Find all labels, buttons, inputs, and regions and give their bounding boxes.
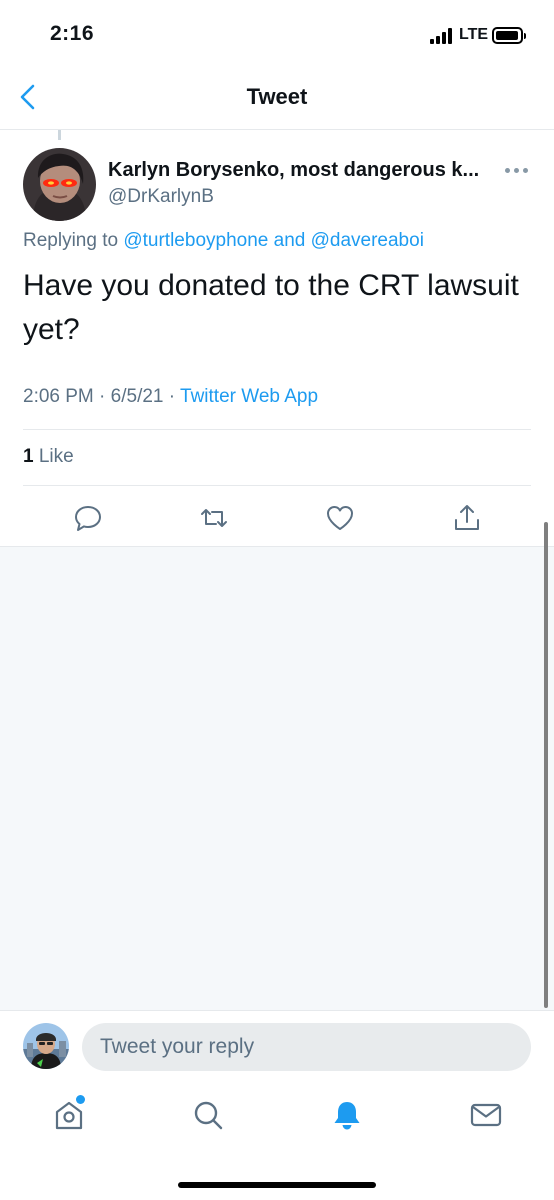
replying-prefix: Replying to xyxy=(23,230,119,251)
status-time: 2:16 xyxy=(50,22,95,45)
avatar-image xyxy=(23,148,96,221)
signal-icon xyxy=(430,28,452,44)
battery-icon xyxy=(492,27,526,44)
reply-input[interactable]: Tweet your reply xyxy=(82,1023,531,1071)
user-avatar-image xyxy=(23,1023,69,1069)
tab-notifications[interactable] xyxy=(330,1098,364,1132)
like-button[interactable] xyxy=(324,502,356,534)
replying-to-line: Replying to @turtleboyphone and @daverea… xyxy=(23,230,424,252)
thread-connector xyxy=(58,130,61,140)
author-handle[interactable]: @DrKarlynB xyxy=(108,186,214,208)
home-indicator[interactable] xyxy=(178,1182,376,1188)
reply-button[interactable] xyxy=(72,502,104,534)
replies-area xyxy=(0,546,554,1010)
nav-bar: Tweet xyxy=(0,70,554,130)
meta-separator-2: · xyxy=(168,386,176,407)
notifications-icon xyxy=(334,1102,360,1130)
reply-mention-2[interactable]: @davereaboi xyxy=(311,230,424,251)
tweet-text: Have you donated to the CRT lawsuit yet? xyxy=(23,269,519,346)
retweet-icon xyxy=(201,509,227,527)
reply-and: and xyxy=(273,230,306,251)
share-button[interactable] xyxy=(451,502,483,534)
status-bar: 2:16 LTE xyxy=(0,0,554,70)
more-options-icon[interactable] xyxy=(505,166,529,174)
scrollbar[interactable] xyxy=(544,522,548,1008)
tab-bar xyxy=(0,1086,554,1200)
tweet-time: 2:06 PM xyxy=(23,386,94,407)
author-name[interactable]: Karlyn Borysenko, most dangerous k... xyxy=(108,159,479,182)
tweet-date: 6/5/21 xyxy=(110,386,164,407)
author-avatar[interactable] xyxy=(23,148,96,221)
divider xyxy=(23,429,531,430)
divider xyxy=(23,485,531,486)
share-icon xyxy=(455,505,479,530)
meta-separator: · xyxy=(99,386,106,407)
likes-label: Like xyxy=(38,446,74,467)
tweet-actions xyxy=(0,500,554,546)
reply-mention-1[interactable]: @turtleboyphone xyxy=(123,230,268,251)
tab-search[interactable] xyxy=(191,1098,225,1132)
tweet-source[interactable]: Twitter Web App xyxy=(180,386,318,407)
reply-icon xyxy=(75,506,101,531)
reply-composer: Tweet your reply xyxy=(0,1010,554,1086)
likes-count[interactable]: 1 Like xyxy=(23,446,74,468)
tweet-meta: 2:06 PM · 6/5/21 · Twitter Web App xyxy=(23,386,318,408)
user-avatar[interactable] xyxy=(23,1023,69,1069)
tab-messages[interactable] xyxy=(469,1098,503,1132)
new-content-dot xyxy=(76,1095,85,1104)
like-icon xyxy=(327,506,353,530)
network-label: LTE xyxy=(459,26,489,43)
page-title: Tweet xyxy=(246,84,308,109)
search-icon xyxy=(194,1101,223,1130)
messages-icon xyxy=(470,1103,502,1127)
retweet-button[interactable] xyxy=(198,502,230,534)
likes-number: 1 xyxy=(23,446,34,467)
